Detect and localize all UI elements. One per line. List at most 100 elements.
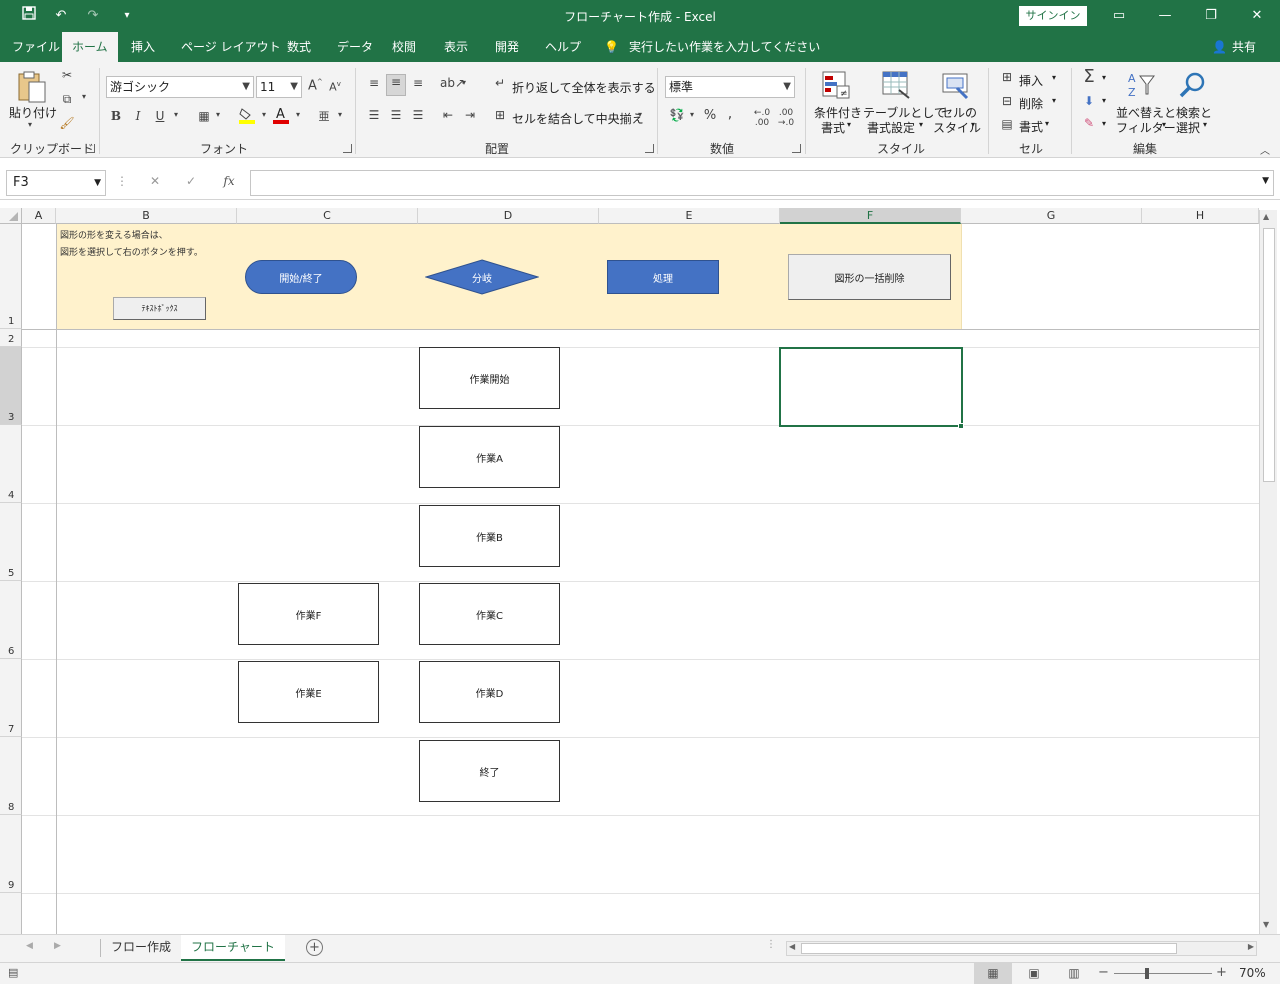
merge-center-icon[interactable]: ⊞	[492, 108, 508, 122]
row-header-5[interactable]: 5	[0, 503, 22, 581]
row-header-7[interactable]: 7	[0, 659, 22, 737]
number-launcher-icon[interactable]	[792, 144, 801, 153]
prev-sheet-icon[interactable]: ◀	[26, 941, 33, 951]
format-dropdown-icon[interactable]: ▾	[1045, 119, 1049, 128]
copy-icon[interactable]: ⧉	[58, 92, 76, 107]
format-as-table-label-2[interactable]: 書式設定	[867, 119, 915, 136]
clear-dropdown-icon[interactable]: ▾	[1102, 119, 1106, 128]
find-select-icon[interactable]	[1176, 70, 1208, 102]
tab-splitter-icon[interactable]: ⋮	[766, 939, 776, 950]
insert-dropdown-icon[interactable]: ▾	[1052, 73, 1056, 82]
vertical-scrollbar[interactable]: ▲ ▼	[1259, 210, 1277, 934]
paste-icon[interactable]	[14, 70, 50, 104]
scroll-left-icon[interactable]: ◀	[789, 942, 795, 951]
add-sheet-icon[interactable]: +	[306, 939, 323, 956]
signin-button[interactable]: サインイン	[1019, 6, 1087, 26]
tab-file[interactable]: ファイル	[12, 32, 60, 62]
flow-shape-task-c[interactable]: 作業C	[419, 583, 560, 645]
bold-button[interactable]: B	[110, 109, 122, 123]
phonetic-dropdown-icon[interactable]: ▾	[336, 110, 344, 119]
copy-dropdown-icon[interactable]: ▾	[80, 92, 88, 101]
zoom-level[interactable]: 70%	[1239, 966, 1266, 980]
delete-all-shapes-button[interactable]: 図形の一括削除	[788, 254, 951, 300]
row-header-1[interactable]: 1	[0, 224, 22, 329]
zoom-in-button[interactable]: +	[1216, 965, 1227, 980]
tab-insert[interactable]: 挿入	[131, 32, 155, 62]
row-header-4[interactable]: 4	[0, 425, 22, 503]
fill-down-icon[interactable]: ⬇	[1080, 94, 1098, 108]
scroll-up-icon[interactable]: ▲	[1263, 212, 1269, 221]
row-header-9[interactable]: 9	[0, 815, 22, 893]
column-header-b[interactable]: B	[56, 208, 237, 224]
insert-function-button[interactable]: fx	[220, 174, 238, 188]
flow-shape-task-f[interactable]: 作業F	[238, 583, 379, 645]
autosum-dropdown-icon[interactable]: ▾	[1102, 73, 1106, 82]
row-header-8[interactable]: 8	[0, 737, 22, 815]
next-sheet-icon[interactable]: ▶	[54, 941, 61, 951]
column-header-d[interactable]: D	[418, 208, 599, 224]
flow-shape-task-e[interactable]: 作業E	[238, 661, 379, 723]
delete-cells-icon[interactable]: ⊟	[998, 94, 1016, 108]
increase-indent-icon[interactable]: ⇥	[460, 108, 480, 122]
select-all-corner[interactable]	[0, 208, 22, 224]
wrap-text-button[interactable]: 折り返して全体を表示する	[512, 79, 656, 96]
sort-filter-label-2[interactable]: フィルター	[1116, 119, 1176, 136]
delete-dropdown-icon[interactable]: ▾	[1052, 96, 1056, 105]
fill-color-dropdown-icon[interactable]: ▾	[260, 110, 268, 119]
tell-me-input[interactable]: 実行したい作業を入力してください	[629, 32, 820, 62]
font-size-dropdown[interactable]: 11 ▼	[256, 76, 302, 98]
cell-styles-icon[interactable]	[940, 70, 972, 102]
zoom-out-button[interactable]: −	[1098, 965, 1109, 980]
column-header-h[interactable]: H	[1142, 208, 1259, 224]
tab-view[interactable]: 表示	[444, 32, 468, 62]
textbox-button[interactable]: ﾃｷｽﾄﾎﾞｯｸｽ	[113, 297, 206, 320]
close-icon[interactable]: ✕	[1234, 0, 1280, 32]
normal-view-icon[interactable]: ▦	[974, 963, 1012, 984]
decrease-indent-icon[interactable]: ⇤	[438, 108, 458, 122]
expand-formula-icon[interactable]: ▼	[1262, 176, 1269, 186]
align-top-icon[interactable]: ≡	[364, 76, 384, 90]
phonetic-icon[interactable]: 亜	[316, 108, 332, 124]
share-button[interactable]: 共有	[1232, 32, 1256, 62]
accounting-dropdown-icon[interactable]: ▾	[688, 110, 696, 119]
border-icon[interactable]: ▦	[196, 109, 212, 123]
underline-dropdown-icon[interactable]: ▾	[172, 110, 180, 119]
wrap-text-icon[interactable]: ↵	[492, 76, 508, 90]
accounting-format-icon[interactable]: 💱	[668, 108, 686, 122]
column-header-f[interactable]: F	[780, 208, 961, 224]
zoom-slider[interactable]	[1114, 973, 1212, 974]
column-header-e[interactable]: E	[599, 208, 780, 224]
merge-center-button[interactable]: セルを結合して中央揃え	[512, 110, 644, 127]
fill-color-icon[interactable]	[238, 106, 256, 127]
active-cell-f3[interactable]	[779, 347, 963, 427]
clipboard-launcher-icon[interactable]	[86, 144, 95, 153]
minimize-icon[interactable]: —	[1142, 0, 1188, 32]
zoom-slider-thumb[interactable]	[1145, 968, 1149, 979]
terminal-shape-button[interactable]: 開始/終了	[245, 260, 357, 294]
paste-button-label[interactable]: 貼り付け	[9, 104, 57, 121]
confirm-entry-icon[interactable]: ✓	[182, 174, 200, 188]
tab-formulas[interactable]: 数式	[287, 32, 311, 62]
align-left-icon[interactable]: ☰	[364, 108, 384, 122]
font-color-dropdown-icon[interactable]: ▾	[294, 110, 302, 119]
flow-shape-task-b[interactable]: 作業B	[419, 505, 560, 567]
process-shape-button[interactable]: 処理	[607, 260, 719, 294]
vertical-scroll-thumb[interactable]	[1263, 228, 1275, 482]
percent-button[interactable]: %	[702, 108, 718, 123]
find-select-label-2[interactable]: 選択	[1176, 119, 1200, 136]
formula-input[interactable]: ▼	[250, 170, 1274, 196]
autosum-button[interactable]: Σ	[1080, 66, 1098, 87]
conditional-format-icon[interactable]: ≠	[820, 70, 852, 102]
font-launcher-icon[interactable]	[343, 144, 352, 153]
conditional-format-label-2[interactable]: 書式	[821, 119, 845, 136]
tab-help[interactable]: ヘルプ	[545, 32, 581, 62]
decision-shape-button[interactable]: 分岐	[425, 259, 539, 295]
row-header-10[interactable]	[0, 893, 22, 934]
tab-home[interactable]: ホーム	[62, 32, 118, 62]
cell-styles-dropdown-icon[interactable]: ▾	[971, 120, 975, 129]
align-middle-icon[interactable]: ≡	[386, 74, 406, 96]
column-header-a[interactable]: A	[22, 208, 56, 224]
comma-button[interactable]: ,	[724, 106, 736, 122]
scroll-right-icon[interactable]: ▶	[1248, 942, 1254, 951]
merge-dropdown-icon[interactable]: ▾	[636, 110, 644, 119]
